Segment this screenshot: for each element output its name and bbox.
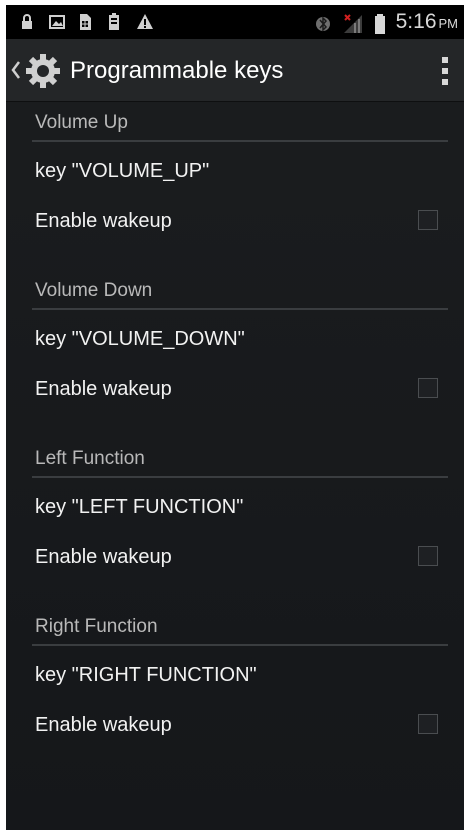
category-divider: [32, 308, 448, 310]
category-divider: [32, 476, 448, 478]
enable-wakeup-label[interactable]: Enable wakeup: [35, 714, 172, 737]
enable-wakeup-checkbox[interactable]: [418, 378, 438, 398]
enable-wakeup-label[interactable]: Enable wakeup: [35, 378, 172, 401]
key-preference[interactable]: key "VOLUME_DOWN": [35, 328, 245, 351]
action-bar: Programmable keys: [6, 39, 464, 102]
enable-wakeup-label[interactable]: Enable wakeup: [35, 546, 172, 569]
preference-list: Volume Up key "VOLUME_UP" Enable wakeup …: [6, 102, 464, 830]
key-preference[interactable]: key "VOLUME_UP": [35, 160, 209, 183]
status-bar: 5:16 PM: [6, 5, 464, 39]
category-divider: [32, 644, 448, 646]
gear-icon[interactable]: [24, 52, 62, 90]
category-title: Right Function: [35, 616, 158, 637]
overflow-menu-icon[interactable]: [440, 57, 450, 85]
category-divider: [32, 140, 448, 142]
category-title: Left Function: [35, 448, 145, 469]
enable-wakeup-checkbox[interactable]: [418, 210, 438, 230]
key-preference[interactable]: key "LEFT FUNCTION": [35, 496, 243, 519]
enable-wakeup-checkbox[interactable]: [418, 546, 438, 566]
category-volume-up: Volume Up key "VOLUME_UP" Enable wakeup: [6, 102, 464, 270]
warning-icon: [136, 13, 153, 31]
key-preference[interactable]: key "RIGHT FUNCTION": [35, 664, 257, 687]
category-right-function: Right Function key "RIGHT FUNCTION" Enab…: [6, 606, 464, 774]
battery-icon: [374, 13, 386, 34]
status-bar-right-icons: 5:16 PM: [315, 10, 458, 34]
enable-wakeup-checkbox[interactable]: [418, 714, 438, 734]
page-title: Programmable keys: [70, 57, 284, 84]
no-signal-icon: [342, 13, 364, 33]
clock: 5:16 PM: [395, 10, 458, 33]
chevron-left-icon[interactable]: [10, 59, 22, 81]
sim-card-icon: [78, 13, 94, 31]
category-title: Volume Up: [35, 112, 128, 133]
bluetooth-icon: [315, 13, 332, 32]
enable-wakeup-label[interactable]: Enable wakeup: [35, 210, 172, 233]
lock-icon: [20, 13, 36, 31]
category-left-function: Left Function key "LEFT FUNCTION" Enable…: [6, 438, 464, 606]
battery-saver-icon: [107, 13, 123, 31]
image-icon: [49, 13, 65, 31]
status-bar-left-icons: [20, 13, 153, 31]
category-title: Volume Down: [35, 280, 153, 301]
category-volume-down: Volume Down key "VOLUME_DOWN" Enable wak…: [6, 270, 464, 438]
phone-screen: 5:16 PM Programmable keys Volume Up key …: [6, 5, 464, 830]
